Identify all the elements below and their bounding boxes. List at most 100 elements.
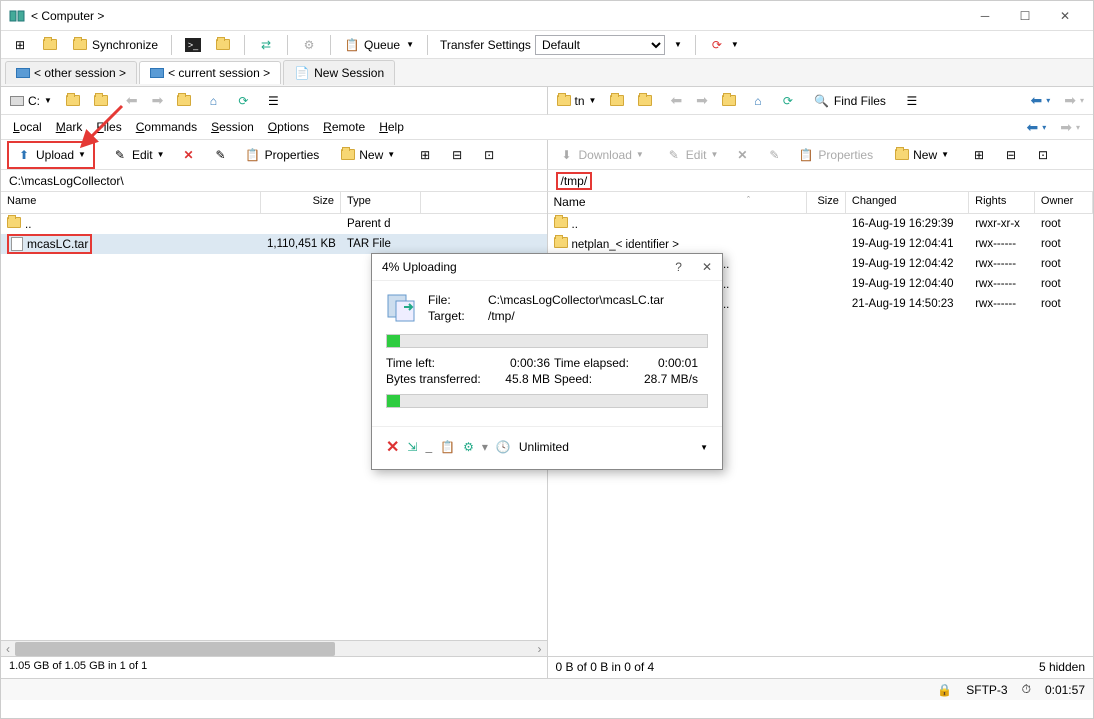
menu-remote[interactable]: Remote	[323, 120, 365, 134]
queue-button[interactable]: 📋Queue▼	[339, 34, 419, 56]
local-invert-icon[interactable]: ⊡	[476, 144, 502, 166]
remote-delete-icon[interactable]: ✕	[729, 144, 755, 166]
background-transfer-icon[interactable]: ⇲	[407, 440, 417, 454]
local-nav-back-icon[interactable]: ⬅ ▾	[1022, 116, 1052, 139]
local-edit-button[interactable]: ✎Edit ▼	[107, 144, 170, 166]
remote-select-none-icon[interactable]: ⊟	[998, 144, 1024, 166]
local-back-icon[interactable]: ⬅	[121, 89, 143, 112]
local-drive-select[interactable]: C: ▼	[5, 91, 57, 111]
synchronize-button[interactable]: Synchronize	[67, 34, 163, 56]
remote-tree-icon[interactable]: ☰	[899, 90, 925, 112]
local-nav-forward-icon[interactable]: ➡ ▾	[1055, 116, 1085, 139]
elapsed-time: 0:01:57	[1045, 683, 1085, 697]
table-row[interactable]: netplan_< identifier >19-Aug-19 12:04:41…	[548, 234, 1094, 254]
remote-nav-forward-icon[interactable]: ➡ ▾	[1059, 89, 1089, 112]
local-home-icon[interactable]: ⌂	[200, 90, 226, 112]
speed-limit-dropdown[interactable]: ▼	[700, 443, 708, 452]
local-columns: Name Size Type	[1, 192, 547, 214]
remote-home-icon[interactable]: ⌂	[745, 90, 771, 112]
remote-bookmarks-icon[interactable]	[717, 92, 741, 109]
remote-properties-button[interactable]: 📋Properties	[793, 144, 878, 166]
overall-progress-bar	[386, 394, 708, 408]
remote-invert-icon[interactable]: ⊡	[1030, 144, 1056, 166]
speed-limit-icon: 🕓	[496, 440, 511, 454]
speed-settings-icon[interactable]: ⚙	[463, 440, 474, 454]
transfer-settings-dropdown[interactable]: ▼	[669, 37, 687, 52]
minimize-transfer-icon[interactable]: _	[425, 440, 432, 454]
local-scrollbar[interactable]: ‹ ›	[1, 640, 547, 656]
tab-current-session[interactable]: < current session >	[139, 61, 281, 84]
table-row[interactable]: ..16-Aug-19 16:29:39rwxr-xr-xroot	[548, 214, 1094, 234]
remote-new-button[interactable]: New ▼	[890, 145, 954, 165]
upload-button[interactable]: ⬆Upload ▼	[11, 144, 91, 166]
remote-refresh-icon[interactable]: ⟳	[775, 90, 801, 112]
local-select-none-icon[interactable]: ⊟	[444, 144, 470, 166]
time-left: 0:00:36	[490, 356, 550, 370]
download-button[interactable]: ⬇Download ▼	[554, 144, 649, 166]
queue-transfer-icon[interactable]: 📋	[440, 440, 455, 454]
path-row: C:\mcasLogCollector\ /tmp/	[1, 170, 1093, 192]
col-name[interactable]: Nameˆ	[548, 192, 807, 213]
close-button[interactable]: ✕	[1045, 2, 1085, 30]
local-select-all-icon[interactable]: ⊞	[412, 144, 438, 166]
remote-parent-folder-icon[interactable]	[633, 92, 657, 109]
remote-rename-icon[interactable]: ✎	[761, 144, 787, 166]
col-name[interactable]: Name	[1, 192, 261, 213]
maximize-button[interactable]: ☐	[1005, 2, 1045, 30]
remote-back-icon[interactable]: ⬅	[665, 89, 687, 112]
file-progress-bar	[386, 334, 708, 348]
local-tree-icon[interactable]: ☰	[260, 90, 286, 112]
window-title: < Computer >	[31, 9, 965, 23]
local-bookmarks-icon[interactable]	[172, 92, 196, 109]
menu-session[interactable]: Session	[211, 120, 254, 134]
remote-drive-select[interactable]: tn ▼	[552, 91, 602, 111]
local-forward-icon[interactable]: ➡	[147, 89, 169, 112]
col-rights[interactable]: Rights	[969, 192, 1035, 213]
remote-forward-icon[interactable]: ➡	[691, 89, 713, 112]
table-row[interactable]: ..Parent d	[1, 214, 547, 234]
dialog-help-button[interactable]: ?	[675, 260, 682, 274]
dialog-close-button[interactable]: ✕	[702, 260, 712, 274]
upload-dialog: 4% Uploading ? ✕ File:C:\mcasLogCollecto…	[371, 253, 723, 470]
col-changed[interactable]: Changed	[846, 192, 969, 213]
cancel-transfer-icon[interactable]: ✕	[386, 437, 399, 457]
menu-commands[interactable]: Commands	[136, 120, 197, 134]
local-properties-button[interactable]: 📋Properties	[240, 144, 325, 166]
settings-icon[interactable]: ⚙	[296, 34, 322, 56]
connection-statusbar: 🔒 SFTP-3 ⏱ 0:01:57	[1, 678, 1093, 700]
col-size[interactable]: Size	[807, 192, 846, 213]
remote-nav-back-icon[interactable]: ⬅ ▾	[1026, 89, 1056, 112]
minimize-button[interactable]: ─	[965, 2, 1005, 30]
speed-limit-value[interactable]: Unlimited	[519, 440, 569, 454]
remote-open-folder-icon[interactable]	[605, 92, 629, 109]
local-open-folder-icon[interactable]	[61, 92, 85, 109]
transfer-settings-select[interactable]: Default	[535, 35, 665, 55]
terminal-icon[interactable]: >_	[180, 35, 206, 55]
col-owner[interactable]: Owner	[1035, 192, 1093, 213]
menu-help[interactable]: Help	[379, 120, 404, 134]
browse-icon[interactable]	[210, 34, 236, 56]
local-refresh-icon[interactable]: ⟳	[230, 90, 256, 112]
remote-select-all-icon[interactable]: ⊞	[966, 144, 992, 166]
refresh-icon[interactable]: ⟳▼	[704, 34, 744, 56]
local-new-button[interactable]: New ▼	[336, 145, 400, 165]
compare-icon[interactable]: ⇄	[253, 34, 279, 56]
local-delete-icon[interactable]: ✕	[176, 144, 202, 166]
menu-files[interactable]: Files	[96, 120, 121, 134]
tab-new-session[interactable]: 📄New Session	[283, 60, 395, 85]
table-row[interactable]: mcasLC.tar1,110,451 KBTAR File	[1, 234, 547, 254]
menu-options[interactable]: Options	[268, 120, 309, 134]
new-session-icon[interactable]: ⊞	[7, 34, 33, 56]
find-files-button[interactable]: 🔍Find Files	[809, 90, 891, 112]
remote-path[interactable]: /tmp/	[547, 170, 1094, 192]
col-type[interactable]: Type	[341, 192, 421, 213]
remote-edit-button[interactable]: ✎Edit ▼	[661, 144, 724, 166]
menu-local[interactable]: Local	[13, 120, 42, 134]
tab-other-session[interactable]: < other session >	[5, 61, 137, 84]
local-parent-folder-icon[interactable]	[89, 92, 113, 109]
menu-mark[interactable]: Mark	[56, 120, 83, 134]
local-rename-icon[interactable]: ✎	[208, 144, 234, 166]
sync-folders-icon[interactable]	[37, 34, 63, 56]
col-size[interactable]: Size	[261, 192, 341, 213]
local-path[interactable]: C:\mcasLogCollector\	[1, 170, 547, 192]
